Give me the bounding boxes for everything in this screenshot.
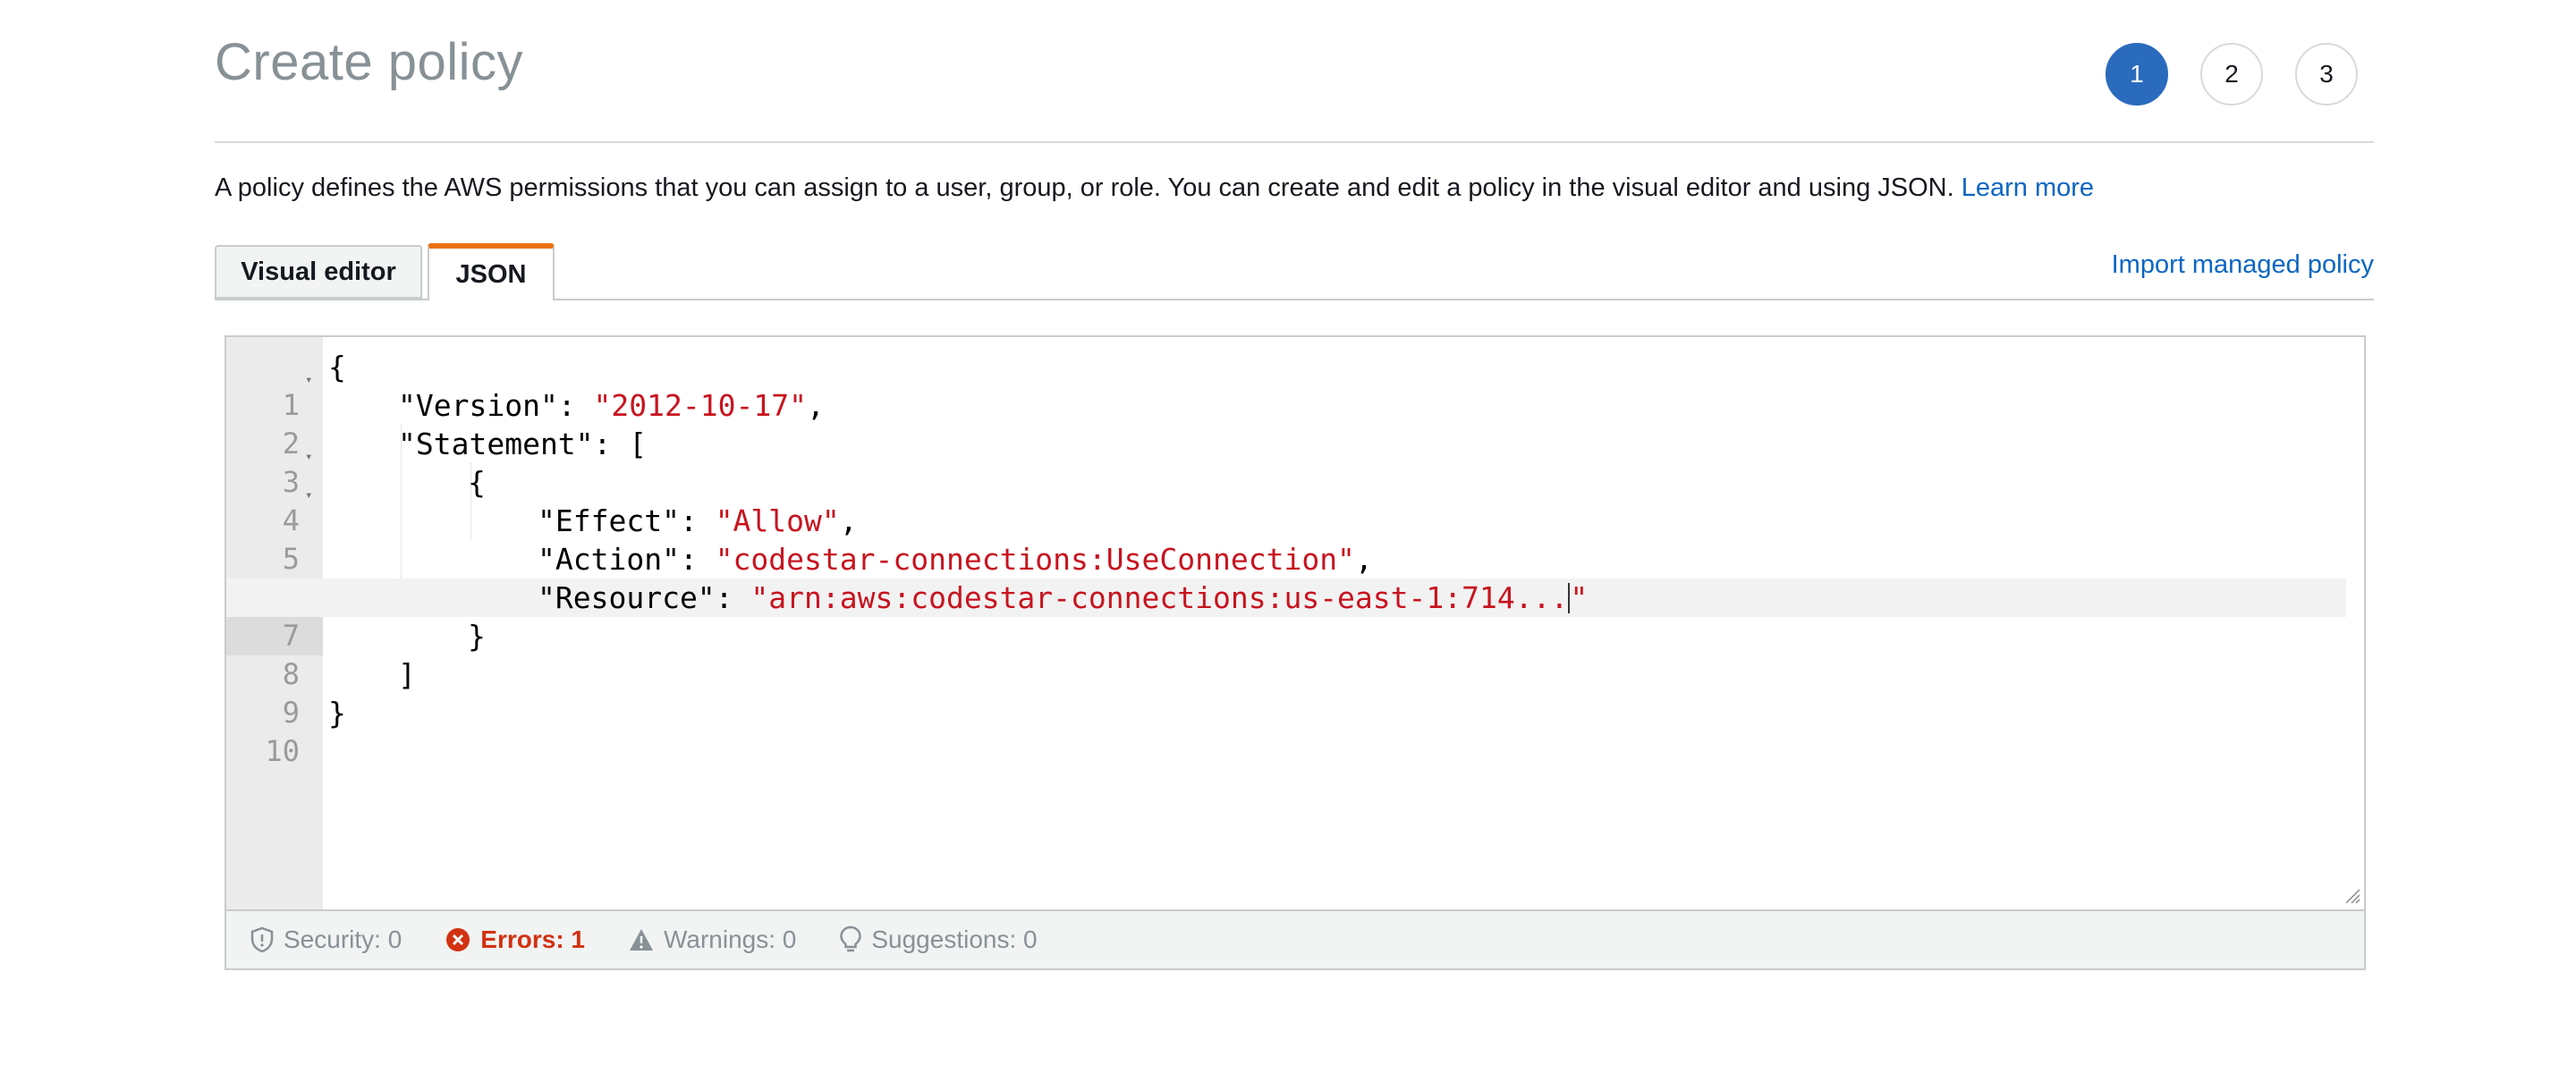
validation-status-bar: Security: 0 Errors: 1 Warnings: 0 Sugges… [226, 909, 2364, 968]
code-text: "Resource": "arn:aws:codestar-connection… [538, 579, 1588, 617]
suggestions-status[interactable]: Suggestions: 0 [839, 925, 1038, 954]
learn-more-link[interactable]: Learn more [1962, 173, 2094, 202]
json-key: "Action": [538, 542, 716, 577]
json-key: "Version": [398, 388, 594, 423]
json-punct: , [839, 503, 858, 538]
code-text: } [468, 619, 486, 654]
warnings-count: Warnings: 0 [664, 925, 797, 953]
description-text: A policy defines the AWS permissions tha… [215, 173, 1954, 202]
security-count: Security: 0 [284, 925, 402, 953]
code-line: 10 } [226, 694, 2346, 768]
import-managed-policy-link[interactable]: Import managed policy [2112, 250, 2374, 280]
code-text: "Version": "2012-10-17", [398, 386, 825, 425]
page-title: Create policy [215, 33, 523, 91]
code-text: ] [398, 657, 416, 692]
step-3[interactable]: 3 [2295, 43, 2358, 106]
line-number: 10 [265, 734, 300, 768]
code-text: "Statement": [ [398, 425, 647, 463]
warning-triangle-icon [630, 929, 653, 950]
json-string: "arn:aws:codestar-connections:us-east-1:… [750, 580, 1569, 615]
warnings-status[interactable]: Warnings: 0 [628, 925, 796, 954]
errors-count: Errors: 1 [480, 925, 585, 953]
code-line: 6 "Action": "codestar-connections:UseCon… [226, 540, 2346, 614]
tab-visual-editor[interactable]: Visual editor [215, 245, 422, 299]
code-line: 2 "Version": "2012-10-17", [226, 386, 2346, 460]
step-indicator: 1 2 3 [2106, 43, 2358, 106]
code-line: 4 ▾ { [226, 463, 2346, 537]
error-x-icon [446, 928, 470, 951]
code-text: { [328, 350, 346, 384]
code-line: 8 } [226, 617, 2346, 691]
code-line: 9 ] [226, 655, 2346, 730]
json-punct: , [806, 388, 825, 423]
shield-icon [250, 926, 274, 953]
code-text: } [328, 696, 346, 731]
lightbulb-icon [840, 925, 862, 952]
title-divider [215, 141, 2374, 143]
step-1[interactable]: 1 [2106, 43, 2168, 106]
editor-tabs: Visual editor JSON Import managed policy [215, 243, 2374, 300]
json-key: "Effect": [538, 503, 716, 538]
code-text: "Action": "codestar-connections:UseConne… [538, 540, 1373, 579]
code-text: "Effect": "Allow", [538, 502, 858, 540]
code-line-active: 7 "Resource": "arn:aws:codestar-connecti… [226, 579, 2346, 655]
security-status[interactable]: Security: 0 [250, 925, 402, 954]
tab-json[interactable]: JSON [428, 243, 555, 300]
code-text: { [468, 465, 486, 500]
json-string: "2012-10-17" [593, 388, 807, 423]
policy-description: A policy defines the AWS permissions tha… [215, 173, 2094, 203]
errors-status[interactable]: Errors: 1 [445, 925, 585, 954]
code-line: 3 ▾ "Statement": [ [226, 425, 2346, 499]
code-area[interactable]: 1 ▾ { 2 "Version": "2012-10-17", 3 ▾ "St… [226, 337, 2364, 909]
step-2[interactable]: 2 [2200, 43, 2263, 106]
resize-handle-icon[interactable] [2344, 888, 2360, 904]
json-string-end: " [1570, 580, 1589, 615]
json-key: "Statement": [ [398, 427, 648, 461]
json-punct: , [1354, 542, 1373, 577]
code-line: 1 ▾ { [226, 348, 2346, 422]
json-key: "Resource": [538, 580, 751, 615]
json-string: "codestar-connections:UseConnection" [715, 542, 1355, 577]
json-editor[interactable]: 1 ▾ { 2 "Version": "2012-10-17", 3 ▾ "St… [225, 335, 2366, 970]
code-line: 5 "Effect": "Allow", [226, 502, 2346, 576]
suggestions-count: Suggestions: 0 [871, 925, 1038, 953]
json-string: "Allow" [715, 503, 840, 538]
